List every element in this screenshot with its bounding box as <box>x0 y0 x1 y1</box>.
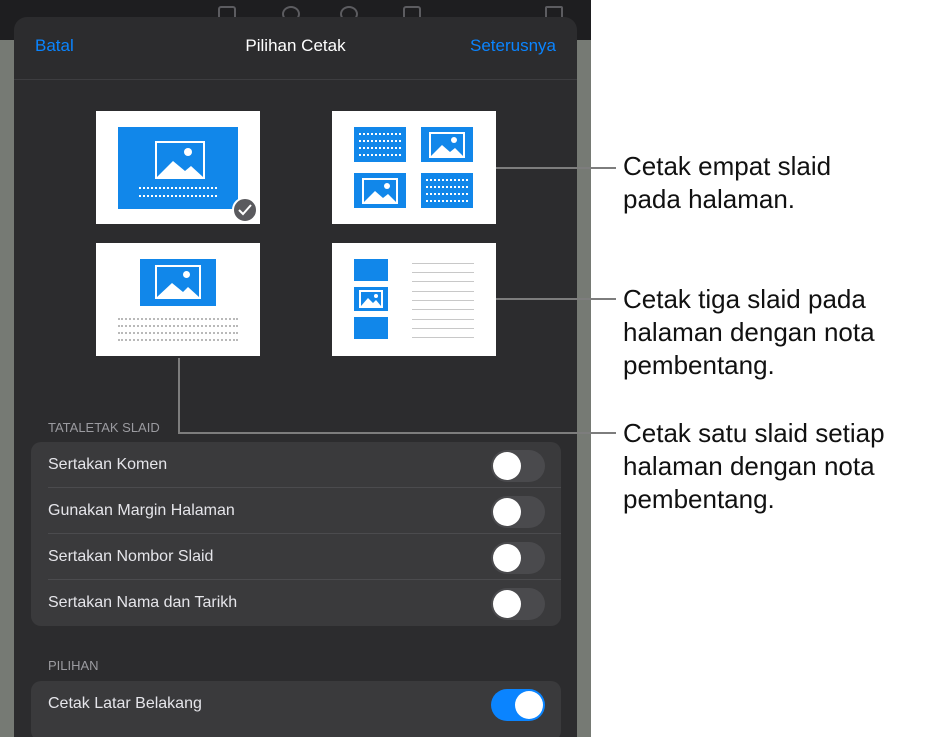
slide-preview <box>140 259 216 306</box>
callout-four-slides: Cetak empat slaid pada halaman. <box>623 151 832 214</box>
option-row: Sertakan Nama dan Tarikh <box>31 580 561 626</box>
image-icon <box>155 141 205 179</box>
slide-preview <box>421 127 473 162</box>
include-comments-toggle[interactable] <box>491 450 545 482</box>
page-margins-toggle[interactable] <box>491 496 545 528</box>
callout-line <box>496 167 616 169</box>
slide-preview <box>354 173 406 208</box>
option-label: Cetak Latar Belakang <box>48 695 202 712</box>
layout-four-slides[interactable] <box>332 111 496 224</box>
option-row: Cetak Latar Belakang <box>31 681 561 727</box>
section-header-slide-layout: TATALETAK SLAID <box>48 420 160 435</box>
checkmark-icon <box>232 197 258 223</box>
slide-preview <box>354 127 406 162</box>
image-icon <box>429 132 465 158</box>
print-background-toggle[interactable] <box>491 689 545 721</box>
layout-three-slides-with-notes[interactable] <box>332 243 496 356</box>
slide-preview <box>354 259 388 281</box>
callout-one-slide-notes: Cetak satu slaid setiap halaman dengan n… <box>623 418 885 514</box>
option-label: Sertakan Nombor Slaid <box>48 548 214 565</box>
section-header-options: PILIHAN <box>48 658 99 673</box>
option-row: Sertakan Nombor Slaid <box>31 534 561 580</box>
callout-line <box>178 358 180 434</box>
print-options: Cetak Latar Belakang <box>31 681 561 737</box>
slide-preview <box>118 127 238 209</box>
print-options-sheet: Batal Pilihan Cetak Seterusnya TATALETAK… <box>14 17 577 737</box>
layout-one-slide-with-notes[interactable] <box>96 243 260 356</box>
nav-bar: Batal Pilihan Cetak Seterusnya <box>14 17 577 80</box>
slide-layout-options: Sertakan Komen Gunakan Margin Halaman Se… <box>31 442 561 626</box>
name-and-date-toggle[interactable] <box>491 588 545 620</box>
slide-numbers-toggle[interactable] <box>491 542 545 574</box>
callout-line <box>178 432 616 434</box>
slide-preview <box>421 173 473 208</box>
callout-line <box>496 298 616 300</box>
slide-preview <box>354 287 388 311</box>
option-row: Sertakan Komen <box>31 442 561 488</box>
option-row: Gunakan Margin Halaman <box>31 488 561 534</box>
callout-three-slides: Cetak tiga slaid pada halaman dengan not… <box>623 284 875 380</box>
option-label: Sertakan Nama dan Tarikh <box>48 594 238 611</box>
slide-preview <box>354 317 388 339</box>
image-icon <box>359 290 383 308</box>
option-label: Sertakan Komen <box>48 456 168 473</box>
image-icon <box>155 265 201 299</box>
option-label: Gunakan Margin Halaman <box>48 502 235 519</box>
next-button[interactable]: Seterusnya <box>470 36 556 56</box>
image-icon <box>362 178 398 204</box>
